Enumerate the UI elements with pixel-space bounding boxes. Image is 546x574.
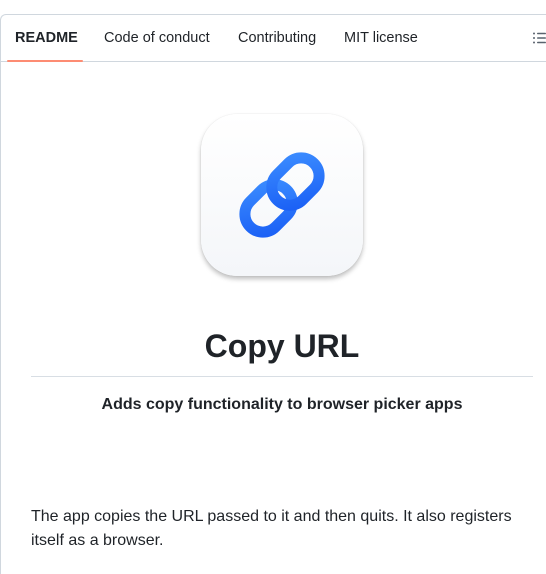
readme-subtitle: Adds copy functionality to browser picke… — [101, 396, 463, 413]
tab-contributing[interactable]: Contributing — [238, 15, 316, 62]
title-divider — [31, 376, 533, 377]
tab-mit-license[interactable]: MIT license — [344, 15, 418, 62]
tab-readme[interactable]: README — [15, 15, 78, 62]
link-chain-icon — [239, 152, 325, 238]
readme-tab-bar: README Code of conduct Contributing MIT … — [0, 15, 546, 62]
readme-panel — [0, 14, 546, 574]
app-icon — [201, 114, 363, 276]
readme-title: Copy URL — [204, 328, 360, 364]
list-unordered-icon — [533, 32, 546, 44]
readme-description: The app copies the URL passed to it and … — [31, 508, 512, 549]
active-tab-indicator — [7, 60, 83, 62]
tab-code-of-conduct[interactable]: Code of conduct — [104, 15, 210, 62]
outline-button[interactable] — [528, 29, 546, 49]
